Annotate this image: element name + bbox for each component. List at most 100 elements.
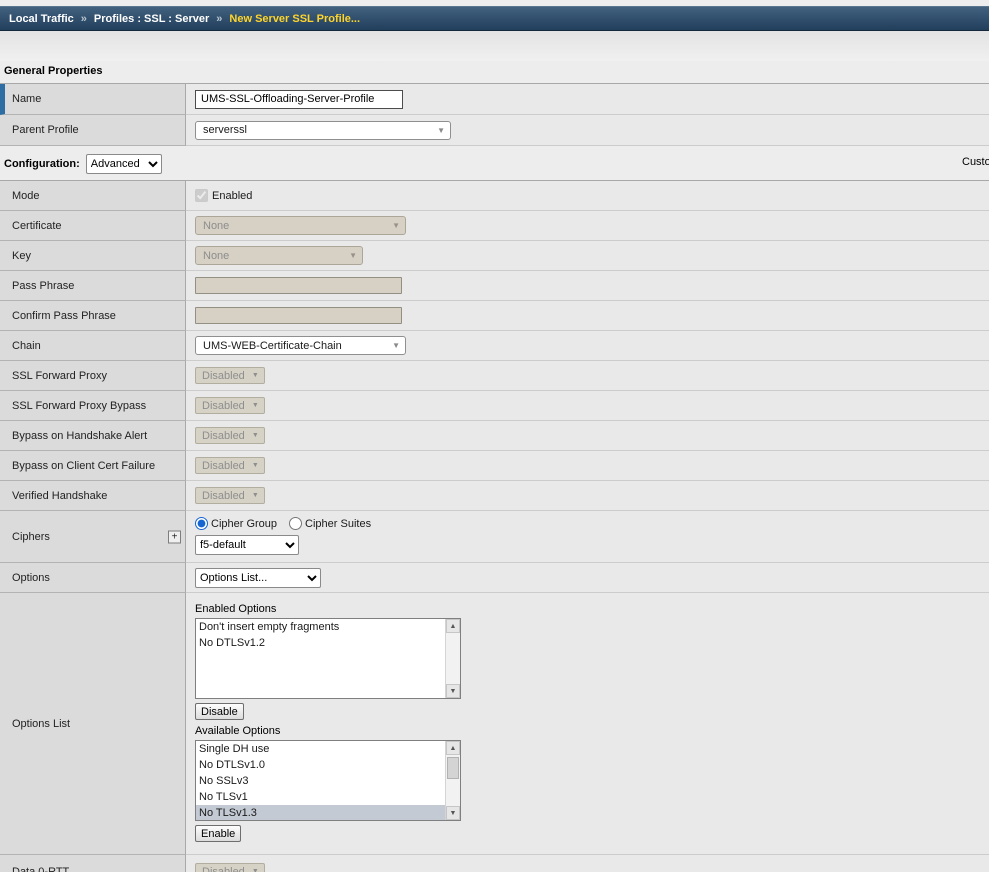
chain-label: Chain — [12, 340, 41, 352]
ssl-forward-proxy-bypass-value: Disabled — [202, 400, 245, 412]
breadcrumb: Local Traffic » Profiles : SSL : Server … — [0, 6, 989, 31]
data-0rtt-value: Disabled — [202, 866, 245, 872]
table-row-bypass-on-client-cert-failure: Bypass on Client Cert Failure Disabled ▼ — [0, 451, 989, 481]
key-value-cell: None ▼ — [186, 241, 989, 271]
listbox-item[interactable]: No SSLv3 — [196, 773, 445, 789]
confirm-pass-phrase-value-cell — [186, 301, 989, 331]
verified-handshake-label-cell: Verified Handshake — [0, 481, 186, 511]
scroll-up-icon[interactable]: ▲ — [446, 619, 460, 633]
pass-phrase-label-cell: Pass Phrase — [0, 271, 186, 301]
cipher-group-select[interactable]: f5-default — [195, 535, 299, 555]
custom-column-header: Custom — [962, 156, 989, 168]
certificate-label-cell: Certificate — [0, 211, 186, 241]
scroll-up-icon[interactable]: ▲ — [446, 741, 460, 755]
listbox-item[interactable]: No DTLSv1.0 — [196, 757, 445, 773]
available-options-scrollbar[interactable]: ▲ ▼ — [445, 741, 460, 820]
ssl-forward-proxy-value-cell: Disabled ▼ — [186, 361, 989, 391]
listbox-item[interactable]: Single DH use — [196, 741, 445, 757]
enabled-options-listbox[interactable]: Don't insert empty fragmentsNo DTLSv1.2 … — [195, 618, 461, 699]
table-row-data-0rtt: Data 0-RTT Disabled ▼ — [0, 855, 989, 872]
certificate-value-cell: None ▼ — [186, 211, 989, 241]
mode-value-cell: Enabled — [186, 181, 989, 211]
ssl-forward-proxy-bypass-select: Disabled ▼ — [195, 397, 265, 414]
name-value-cell — [186, 84, 989, 115]
general-properties-title: General Properties — [0, 61, 989, 83]
parent-profile-select[interactable]: serverssl ▼ — [195, 121, 451, 140]
breadcrumb-separator: » — [81, 13, 87, 25]
certificate-value: None — [203, 220, 229, 232]
scroll-down-icon[interactable]: ▼ — [446, 684, 460, 698]
options-list-label: Options List — [12, 718, 70, 730]
mode-enabled-checkbox — [195, 189, 208, 202]
cipher-group-radio[interactable] — [195, 517, 208, 530]
ssl-forward-proxy-label-cell: SSL Forward Proxy — [0, 361, 186, 391]
chain-label-cell: Chain — [0, 331, 186, 361]
breadcrumb-current: New Server SSL Profile... — [229, 13, 360, 25]
configuration-bar: Configuration: Advanced Custom — [0, 146, 989, 180]
enabled-options-scrollbar[interactable]: ▲ ▼ — [445, 619, 460, 698]
breadcrumb-separator: » — [216, 13, 222, 25]
name-input[interactable] — [195, 90, 403, 109]
ciphers-expand-button[interactable]: + — [168, 530, 181, 543]
verified-handshake-value-cell: Disabled ▼ — [186, 481, 989, 511]
table-row-key: Key None ▼ — [0, 241, 989, 271]
confirm-pass-phrase-input — [195, 307, 402, 324]
available-options-title: Available Options — [195, 725, 280, 737]
breadcrumb-root[interactable]: Local Traffic — [9, 13, 74, 25]
configuration-mode-select[interactable]: Advanced — [86, 154, 162, 174]
cipher-group-radio-label[interactable]: Cipher Group — [195, 517, 277, 530]
bypass-on-handshake-alert-value: Disabled — [202, 430, 245, 442]
ssl-forward-proxy-value: Disabled — [202, 370, 245, 382]
table-row-options-list: Options List Enabled Options Don't inser… — [0, 593, 989, 855]
bypass-on-client-cert-failure-select: Disabled ▼ — [195, 457, 265, 474]
listbox-item[interactable]: No DTLSv1.2 — [196, 635, 445, 651]
table-row-name: Name — [0, 84, 989, 115]
table-row-ssl-forward-proxy: SSL Forward Proxy Disabled ▼ — [0, 361, 989, 391]
available-options-items: Single DH useNo DTLSv1.0No SSLv3No TLSv1… — [196, 741, 445, 820]
listbox-item[interactable]: No TLSv1.3 — [196, 805, 445, 821]
bypass-on-handshake-alert-label-cell: Bypass on Handshake Alert — [0, 421, 186, 451]
header-spacer — [0, 31, 989, 61]
verified-handshake-select: Disabled ▼ — [195, 487, 265, 504]
data-0rtt-label-cell: Data 0-RTT — [0, 855, 186, 872]
scroll-down-icon[interactable]: ▼ — [446, 806, 460, 820]
ssl-forward-proxy-bypass-label: SSL Forward Proxy Bypass — [12, 400, 146, 412]
options-label-cell: Options — [0, 563, 186, 593]
key-value: None — [203, 250, 229, 262]
scrollbar-thumb[interactable] — [447, 757, 459, 779]
table-row-options: Options Options List... — [0, 563, 989, 593]
certificate-select: None ▼ — [195, 216, 406, 235]
bypass-on-client-cert-failure-value-cell: Disabled ▼ — [186, 451, 989, 481]
name-label-cell: Name — [0, 84, 186, 115]
ciphers-value-cell: Cipher Group Cipher Suites f5-default — [186, 511, 989, 563]
enabled-options-title: Enabled Options — [195, 603, 276, 615]
table-row-certificate: Certificate None ▼ — [0, 211, 989, 241]
parent-profile-value: serverssl — [203, 124, 247, 136]
table-row-bypass-on-handshake-alert: Bypass on Handshake Alert Disabled ▼ — [0, 421, 989, 451]
enable-button[interactable]: Enable — [195, 825, 241, 842]
chain-select[interactable]: UMS-WEB-Certificate-Chain ▼ — [195, 336, 406, 355]
cipher-suites-radio-label[interactable]: Cipher Suites — [289, 517, 371, 530]
parent-profile-value-cell: serverssl ▼ — [186, 115, 989, 146]
disable-button[interactable]: Disable — [195, 703, 244, 720]
listbox-item[interactable]: Don't insert empty fragments — [196, 619, 445, 635]
chevron-down-icon: ▼ — [437, 126, 445, 135]
pass-phrase-value-cell — [186, 271, 989, 301]
table-row-ciphers: Ciphers + Cipher Group Cipher Suites f5-… — [0, 511, 989, 563]
verified-handshake-label: Verified Handshake — [12, 490, 107, 502]
chevron-down-icon: ▼ — [392, 221, 400, 230]
key-label-cell: Key — [0, 241, 186, 271]
ciphers-label-cell: Ciphers + — [0, 511, 186, 563]
configuration-table: Mode Enabled Certificate None ▼ Key None — [0, 180, 989, 872]
pass-phrase-input — [195, 277, 402, 294]
chevron-down-icon: ▼ — [252, 402, 259, 409]
options-select[interactable]: Options List... — [195, 568, 321, 588]
available-options-listbox[interactable]: Single DH useNo DTLSv1.0No SSLv3No TLSv1… — [195, 740, 461, 821]
ssl-forward-proxy-label: SSL Forward Proxy — [12, 370, 107, 382]
name-label: Name — [12, 93, 41, 105]
breadcrumb-section[interactable]: Profiles : SSL : Server — [94, 13, 209, 25]
mode-label: Mode — [12, 190, 40, 202]
listbox-item[interactable]: No TLSv1 — [196, 789, 445, 805]
cipher-suites-radio[interactable] — [289, 517, 302, 530]
chevron-down-icon: ▼ — [252, 432, 259, 439]
